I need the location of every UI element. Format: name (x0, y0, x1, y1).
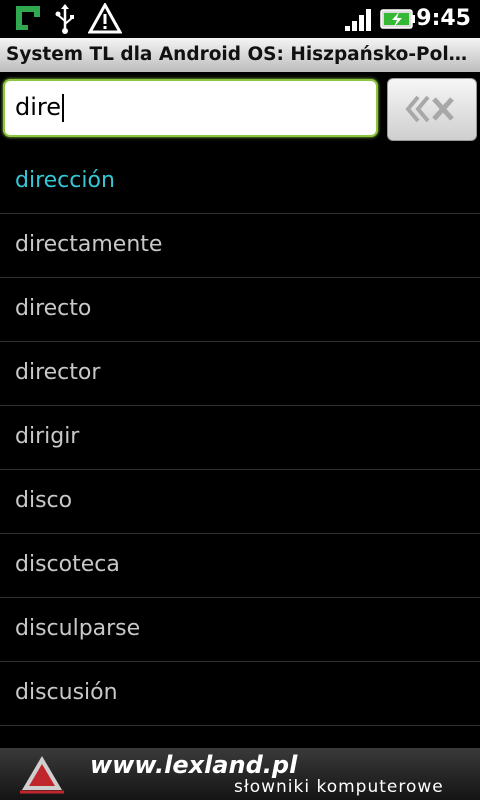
list-item[interactable]: director (0, 342, 480, 406)
list-item[interactable]: discusión (0, 662, 480, 726)
text-caret (62, 94, 65, 122)
result-list: dirección directamente directo director … (0, 150, 480, 726)
list-item-label: dirigir (15, 424, 80, 449)
list-item[interactable]: directo (0, 278, 480, 342)
lexland-logo-icon (18, 752, 66, 800)
backspace-clear-icon (404, 93, 460, 129)
status-bar: 9:45 (0, 0, 480, 38)
search-input-value: dire (15, 91, 65, 123)
list-item-label: director (15, 360, 101, 385)
banner-tagline: słowniki komputerowe (234, 777, 444, 797)
search-row: dire (0, 72, 480, 150)
list-item-label: disco (15, 488, 73, 513)
warning-icon (87, 1, 123, 39)
clock: 9:45 (416, 6, 471, 31)
list-item-label: discusión (15, 680, 118, 705)
list-item-label: disculparse (15, 616, 141, 641)
list-item[interactable]: disco (0, 470, 480, 534)
list-item[interactable]: dirigir (0, 406, 480, 470)
list-item-selected[interactable]: dirección (0, 150, 480, 214)
list-item-label: dirección (15, 168, 115, 193)
list-item-label: discoteca (15, 552, 120, 577)
clear-search-button[interactable] (387, 78, 477, 141)
list-item[interactable]: directamente (0, 214, 480, 278)
usb-icon (54, 3, 76, 39)
signal-icon (343, 6, 373, 36)
search-text: dire (15, 93, 62, 121)
battery-charging-icon (380, 7, 416, 35)
search-input[interactable]: dire (3, 79, 378, 137)
list-item[interactable]: disculparse (0, 598, 480, 662)
app-title: System TL dla Android OS: Hiszpańsko-Pol… (6, 44, 474, 65)
list-item-label: directamente (15, 232, 163, 257)
list-item-label: directo (15, 296, 92, 321)
title-bar: System TL dla Android OS: Hiszpańsko-Pol… (0, 38, 480, 73)
app-notification-icon (14, 3, 42, 37)
ad-banner[interactable]: www.lexland.pl słowniki komputerowe (0, 748, 480, 800)
list-item[interactable]: discoteca (0, 534, 480, 598)
